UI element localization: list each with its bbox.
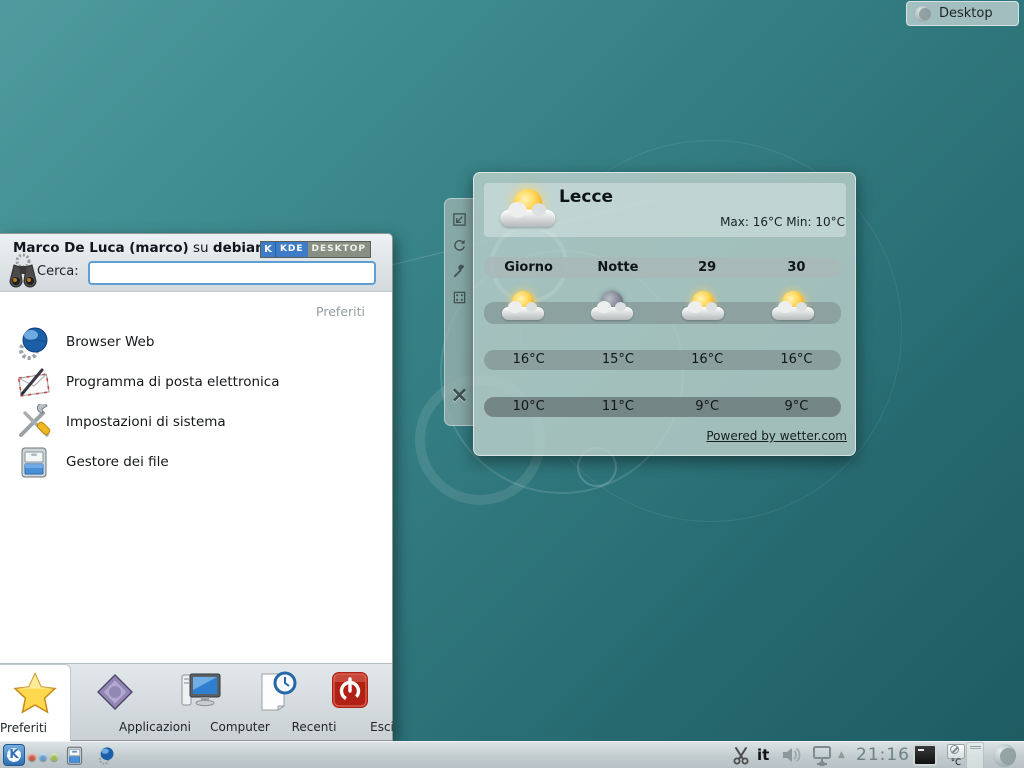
kickoff-user-title: Marco De Luca (marco) su debian bbox=[13, 240, 265, 256]
resize-icon[interactable] bbox=[451, 211, 468, 228]
column-header: 29 bbox=[663, 257, 752, 278]
tab-label: Preferiti bbox=[0, 721, 70, 735]
weather-city: Lecce bbox=[559, 187, 613, 207]
sun-cloud-icon bbox=[680, 291, 726, 327]
tab-label: Esci bbox=[350, 720, 414, 734]
day-temp: 16°C bbox=[663, 350, 752, 370]
weather-tray-unit: °C bbox=[946, 758, 966, 768]
weather-tray-icon[interactable]: °C bbox=[946, 743, 966, 768]
kickoff-menu: Marco De Luca (marco) su debian K KDE DE… bbox=[0, 233, 393, 741]
weather-widget[interactable]: Lecce Max: 16°C Min: 10°C Giorno Notte 2… bbox=[473, 172, 856, 456]
sun-cloud-icon bbox=[770, 291, 816, 327]
tray-expander-icon[interactable]: ▲ bbox=[838, 750, 845, 760]
network-icon[interactable] bbox=[810, 745, 834, 768]
activity-dot-blue[interactable] bbox=[39, 753, 47, 761]
sun-cloud-icon bbox=[500, 291, 546, 327]
weather-night-temps: 10°C 11°C 9°C 9°C bbox=[484, 397, 841, 417]
mail-icon bbox=[16, 364, 52, 400]
applications-icon bbox=[93, 670, 137, 718]
tab-computer[interactable]: Computer bbox=[160, 664, 240, 740]
recent-documents-icon bbox=[256, 670, 298, 718]
file-manager-icon bbox=[16, 444, 52, 480]
night-temp: 9°C bbox=[752, 397, 841, 417]
night-temp: 11°C bbox=[573, 397, 662, 417]
browser-launcher-icon[interactable] bbox=[96, 745, 117, 768]
favorite-label: Browser Web bbox=[66, 334, 154, 350]
digital-clock[interactable]: 21:16 bbox=[856, 745, 910, 765]
powered-by-link[interactable]: Powered by wetter.com bbox=[706, 429, 847, 443]
weather-maxmin: Max: 16°C Min: 10°C bbox=[720, 215, 845, 229]
bottom-panel: K it bbox=[0, 741, 1024, 768]
close-icon[interactable]: × bbox=[451, 387, 468, 404]
day-temp: 16°C bbox=[752, 350, 841, 370]
panel-cashew-icon[interactable] bbox=[993, 744, 1016, 767]
web-browser-icon bbox=[16, 324, 52, 360]
keyboard-layout-indicator[interactable]: it bbox=[757, 746, 769, 764]
search-label: Cerca: bbox=[37, 264, 79, 279]
day-temp: 15°C bbox=[573, 350, 662, 370]
weather-day-temps: 16°C 15°C 16°C 16°C bbox=[484, 350, 841, 370]
activity-dot-red[interactable] bbox=[28, 753, 36, 761]
widget-handle[interactable]: × bbox=[444, 198, 474, 426]
desktop: Desktop × Lecce Max: 16°C Min: 10°C Gior… bbox=[0, 0, 1024, 768]
file-manager-launcher-icon[interactable] bbox=[64, 745, 85, 768]
moon-cloud-icon bbox=[589, 291, 635, 327]
applet-strip-lines bbox=[970, 746, 981, 747]
badge-desktop-label: DESKTOP bbox=[308, 242, 370, 257]
section-header-preferiti: Preferiti bbox=[316, 304, 365, 319]
no-data-icon bbox=[950, 745, 959, 754]
badge-kde-label: KDE bbox=[276, 242, 308, 257]
column-header: Giorno bbox=[484, 257, 573, 278]
star-icon bbox=[12, 671, 58, 719]
power-icon bbox=[330, 670, 370, 714]
system-settings-icon bbox=[16, 404, 52, 440]
rotate-icon[interactable] bbox=[451, 237, 468, 254]
favorite-label: Programma di posta elettronica bbox=[66, 374, 279, 390]
favorite-label: Gestore dei file bbox=[66, 454, 169, 470]
kde-logo-icon: K bbox=[261, 242, 276, 257]
kickoff-tabbar: Preferiti Applicazioni bbox=[0, 663, 392, 740]
terminal-prompt bbox=[918, 749, 924, 751]
weather-column-headers: Giorno Notte 29 30 bbox=[484, 257, 841, 278]
favorite-label: Impostazioni di sistema bbox=[66, 414, 226, 430]
clipboard-scissors-icon[interactable] bbox=[731, 745, 751, 768]
tab-applicazioni[interactable]: Applicazioni bbox=[75, 664, 155, 740]
night-temp: 10°C bbox=[484, 397, 573, 417]
weather-current-icon bbox=[498, 189, 558, 236]
search-input[interactable] bbox=[88, 261, 376, 285]
desktop-toolbox[interactable]: Desktop bbox=[906, 1, 1019, 26]
desktop-toolbox-label: Desktop bbox=[939, 6, 993, 21]
favorite-item-browser[interactable]: Browser Web bbox=[0, 322, 392, 362]
terminal-tray-icon[interactable] bbox=[913, 744, 937, 766]
favorite-item-mail[interactable]: Programma di posta elettronica bbox=[0, 362, 392, 402]
kde-k-letter: K bbox=[4, 747, 24, 761]
day-temp: 16°C bbox=[484, 350, 573, 370]
panel-applet-strip[interactable] bbox=[966, 742, 984, 768]
favorite-item-system-settings[interactable]: Impostazioni di sistema bbox=[0, 402, 392, 442]
tab-preferiti[interactable]: Preferiti bbox=[0, 664, 71, 741]
tab-recenti[interactable]: Recenti bbox=[240, 664, 314, 740]
favorite-item-file-manager[interactable]: Gestore dei file bbox=[0, 442, 392, 482]
configure-icon[interactable] bbox=[451, 263, 468, 280]
column-header: 30 bbox=[752, 257, 841, 278]
host-name: debian bbox=[213, 240, 265, 256]
computer-icon bbox=[177, 670, 223, 718]
tab-esci[interactable]: Esci bbox=[318, 664, 382, 740]
plasma-cashew-icon bbox=[915, 6, 931, 22]
volume-icon[interactable] bbox=[780, 745, 802, 768]
user-su: su bbox=[189, 240, 213, 256]
kickoff-launcher-button[interactable]: K bbox=[3, 744, 25, 766]
kde-desktop-badge: K KDE DESKTOP bbox=[260, 241, 371, 258]
activity-dot-green[interactable] bbox=[50, 753, 58, 761]
night-temp: 9°C bbox=[663, 397, 752, 417]
maximize-icon[interactable] bbox=[451, 289, 468, 306]
binoculars-search-icon bbox=[6, 253, 40, 289]
column-header: Notte bbox=[573, 257, 662, 278]
